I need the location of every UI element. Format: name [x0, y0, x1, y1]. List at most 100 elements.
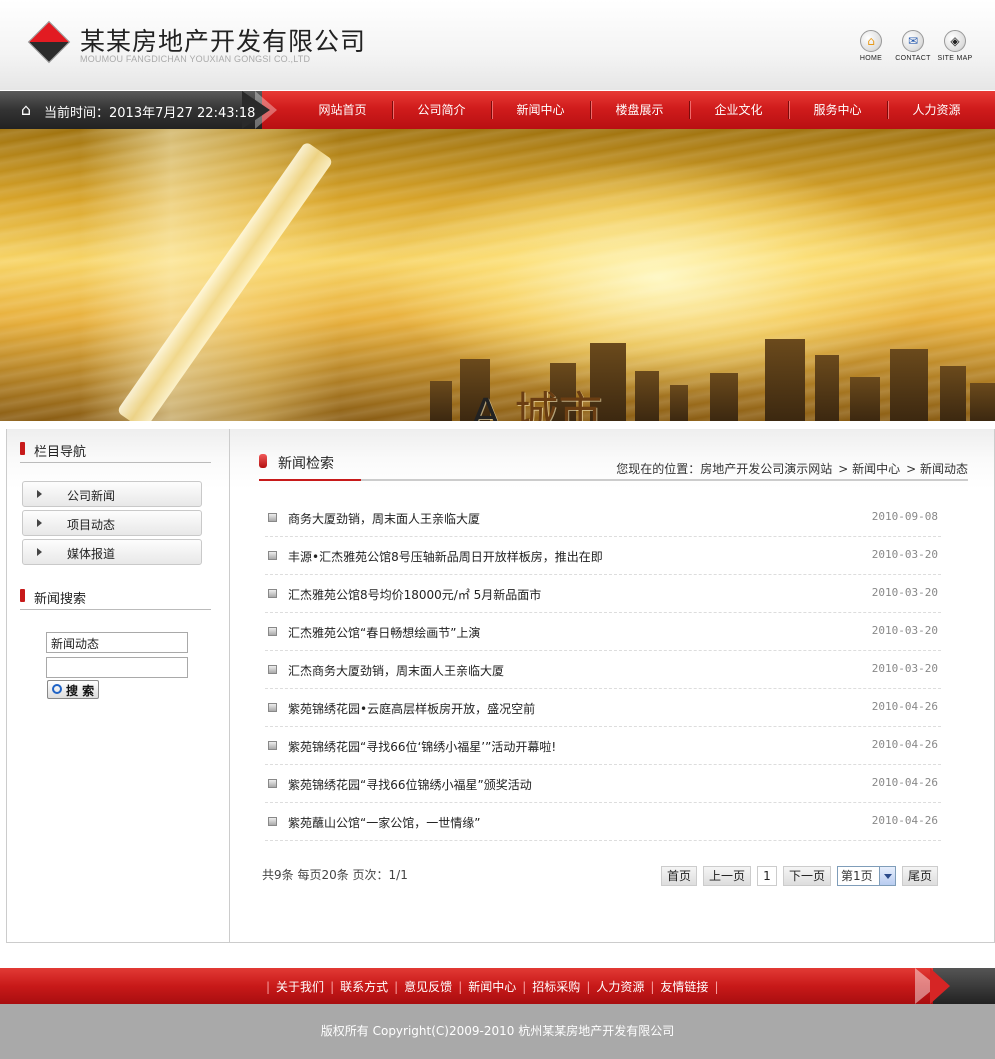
- news-title[interactable]: 紫苑锦绣花园“寻找66位锦绣小福星”颁奖活动: [288, 776, 532, 793]
- news-title[interactable]: 紫苑锦绣花园“寻找66位‘锦绣小福星’”活动开幕啦!: [288, 738, 556, 755]
- footer-link[interactable]: 招标采购: [532, 980, 580, 994]
- sidebar-item-label: 媒体报道: [67, 547, 116, 561]
- arrow-right-icon: [37, 519, 42, 527]
- bullet-icon: [268, 817, 277, 826]
- footer-link[interactable]: 联系方式: [340, 980, 388, 994]
- arrow-right-icon: [37, 548, 42, 556]
- bullet-icon: [268, 741, 277, 750]
- current-page: 1: [757, 866, 777, 886]
- next-page-button[interactable]: 下一页: [783, 866, 831, 886]
- quick-link-sitemap[interactable]: ◈ SITE MAP: [935, 30, 975, 62]
- bullet-icon: [268, 627, 277, 636]
- arrow-right-icon: [37, 490, 42, 498]
- sidebar-item-company-news[interactable]: 公司新闻: [22, 481, 202, 507]
- list-item[interactable]: 汇杰雅苑公馆“春日畅想绘画节”上演 2010-03-20: [265, 613, 941, 651]
- breadcrumb-location[interactable]: 您现在的位置：房地产开发公司演示网站: [616, 462, 832, 476]
- bullet-icon: [268, 703, 277, 712]
- footer-link[interactable]: 新闻中心: [468, 980, 516, 994]
- nav-item-about[interactable]: 公司简介: [392, 91, 491, 129]
- bullet-icon: [268, 551, 277, 560]
- quick-link-label: SITE MAP: [937, 55, 973, 62]
- list-item[interactable]: 汇杰雅苑公馆8号均价18000元/㎡ 5月新品面市 2010-03-20: [265, 575, 941, 613]
- news-date: 2010-03-20: [871, 586, 938, 599]
- search-category-select[interactable]: 新闻动态: [46, 632, 188, 653]
- heading-marker: [20, 589, 25, 602]
- footer-separator: |: [522, 980, 527, 994]
- news-title[interactable]: 紫苑锦绣花园•云庭高层样板房开放，盛况空前: [288, 700, 535, 717]
- news-date: 2010-04-26: [871, 814, 938, 827]
- pager-info: 共9条 每页20条 页次：1/1: [262, 868, 408, 882]
- banner-letter: A: [471, 389, 501, 421]
- heading-underline: [259, 479, 361, 481]
- nav-item-hr[interactable]: 人力资源: [887, 91, 986, 129]
- news-date: 2010-09-08: [871, 510, 938, 523]
- sitemap-icon: ◈: [944, 30, 966, 52]
- main-header: 新闻检索 您现在的位置：房地产开发公司演示网站 > 新闻中心 > 新闻动态: [259, 450, 968, 481]
- quick-link-home[interactable]: ⌂ HOME: [851, 30, 891, 62]
- company-subtitle: MOUMOU FANGDICHAN YOUXIAN GONGSI CO.,LTD: [80, 54, 311, 64]
- heading-marker: [259, 454, 267, 468]
- nav-item-news[interactable]: 新闻中心: [491, 91, 590, 129]
- footer-separator: |: [266, 980, 271, 994]
- hero-banner: A 城市: [0, 129, 995, 421]
- sidebar-item-project-news[interactable]: 项目动态: [22, 510, 202, 536]
- news-title[interactable]: 紫苑蘸山公馆“一家公馆，一世情缘”: [288, 814, 480, 831]
- news-date: 2010-04-26: [871, 700, 938, 713]
- sidebar-nav-heading: 栏目导航: [20, 439, 211, 463]
- sidebar-search-heading: 新闻搜索: [20, 586, 211, 610]
- news-title[interactable]: 汇杰雅苑公馆8号均价18000元/㎡ 5月新品面市: [288, 586, 541, 603]
- banner-title: A 城市: [471, 377, 602, 421]
- banner-heading: 城市: [514, 388, 603, 421]
- nav-item-culture[interactable]: 企业文化: [689, 91, 788, 129]
- news-list: 商务大厦劲销，周末面人王亲临大厦 2010-09-08 丰源•汇杰雅苑公馆8号压轴新…: [265, 499, 941, 841]
- news-title[interactable]: 商务大厦劲销，周末面人王亲临大厦: [288, 510, 480, 527]
- footer-link[interactable]: 人力资源: [596, 980, 644, 994]
- page-select[interactable]: 第1页: [837, 866, 896, 886]
- list-item[interactable]: 紫苑锦绣花园“寻找66位锦绣小福星”颁奖活动 2010-04-26: [265, 765, 941, 803]
- news-date: 2010-03-20: [871, 624, 938, 637]
- sidebar-item-label: 项目动态: [67, 518, 116, 532]
- list-item[interactable]: 丰源•汇杰雅苑公馆8号压轴新品周日开放样板房，推出在即 2010-03-20: [265, 537, 941, 575]
- nav-item-properties[interactable]: 楼盘展示: [590, 91, 689, 129]
- first-page-button[interactable]: 首页: [661, 866, 697, 886]
- news-title[interactable]: 丰源•汇杰雅苑公馆8号压轴新品周日开放样板房，推出在即: [288, 548, 603, 565]
- news-date: 2010-03-20: [871, 548, 938, 561]
- sidebar-item-label: 公司新闻: [67, 489, 116, 503]
- news-title[interactable]: 汇杰商务大厦劲销，周末面人王亲临大厦: [288, 662, 504, 679]
- footer-separator: |: [650, 980, 655, 994]
- company-name: 某某房地产开发有限公司: [80, 27, 367, 56]
- breadcrumb-news-center[interactable]: > 新闻中心: [838, 462, 900, 476]
- bullet-icon: [268, 589, 277, 598]
- news-date: 2010-04-26: [871, 776, 938, 789]
- bullet-icon: [268, 779, 277, 788]
- news-title[interactable]: 汇杰雅苑公馆“春日畅想绘画节”上演: [288, 624, 480, 641]
- list-item[interactable]: 紫苑蘸山公馆“一家公馆，一世情缘” 2010-04-26: [265, 803, 941, 841]
- quick-link-label: CONTACT: [895, 55, 931, 62]
- footer-separator: |: [714, 980, 719, 994]
- nav-item-home[interactable]: 网站首页: [293, 91, 392, 129]
- last-page-button[interactable]: 尾页: [902, 866, 938, 886]
- footer-decoration: [930, 968, 950, 1004]
- chevron-down-icon: [879, 867, 895, 885]
- footer-separator: |: [330, 980, 335, 994]
- footer-link[interactable]: 意见反馈: [404, 980, 452, 994]
- prev-page-button[interactable]: 上一页: [703, 866, 751, 886]
- list-item[interactable]: 紫苑锦绣花园“寻找66位‘锦绣小福星’”活动开幕啦! 2010-04-26: [265, 727, 941, 765]
- list-item[interactable]: 紫苑锦绣花园•云庭高层样板房开放，盛况空前 2010-04-26: [265, 689, 941, 727]
- mail-icon: ✉: [902, 30, 924, 52]
- home-icon: ⌂: [860, 30, 882, 52]
- list-item[interactable]: 商务大厦劲销，周末面人王亲临大厦 2010-09-08: [265, 499, 941, 537]
- page-select-value: 第1页: [841, 869, 873, 883]
- search-input[interactable]: [46, 657, 188, 678]
- quick-link-contact[interactable]: ✉ CONTACT: [893, 30, 933, 62]
- nav-item-service[interactable]: 服务中心: [788, 91, 887, 129]
- search-button[interactable]: 搜 索: [47, 680, 99, 699]
- search-button-label: 搜 索: [66, 684, 95, 698]
- sidebar-item-media[interactable]: 媒体报道: [22, 539, 202, 565]
- footer-link[interactable]: 关于我们: [276, 980, 324, 994]
- breadcrumb-news[interactable]: > 新闻动态: [906, 462, 968, 476]
- list-item[interactable]: 汇杰商务大厦劲销，周末面人王亲临大厦 2010-03-20: [265, 651, 941, 689]
- sidebar-search-title: 新闻搜索: [34, 592, 87, 607]
- logo-icon[interactable]: [27, 20, 71, 64]
- footer-link[interactable]: 友情链接: [660, 980, 708, 994]
